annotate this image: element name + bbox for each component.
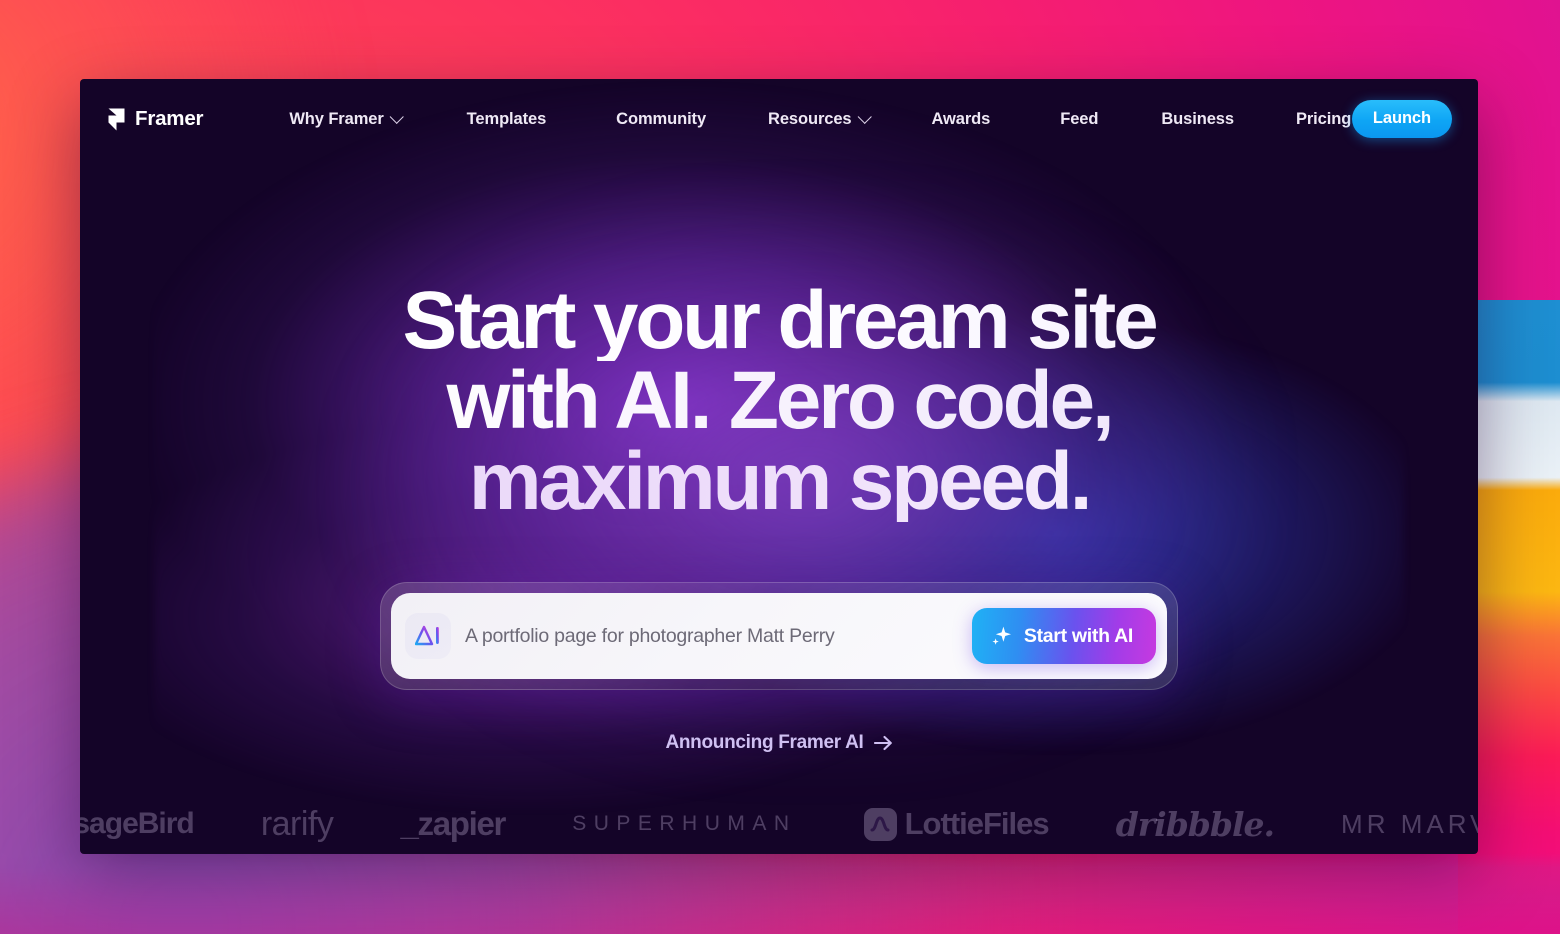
sparkle-icon [992, 626, 1011, 645]
ai-prompt-bar[interactable]: A portfolio page for photographer Matt P… [391, 593, 1167, 680]
chevron-down-icon [389, 109, 404, 124]
nav-item-pricing[interactable]: Pricing [1296, 110, 1351, 129]
lottiefiles-label: LottieFiles [904, 806, 1050, 841]
hero-section: Start your dream site with AI. Zero code… [80, 159, 1478, 754]
headline-line-2: with AI. Zero code, [359, 360, 1199, 442]
logo-superhuman: SUPERHUMAN [572, 812, 797, 835]
page-title: Start your dream site with AI. Zero code… [359, 279, 1199, 522]
logo-zapier: _zapier [400, 805, 506, 842]
announce-label: Announcing Framer AI [665, 732, 864, 754]
nav-item-label: Resources [768, 109, 852, 128]
logo-lottiefiles: LottieFiles [863, 806, 1050, 842]
nav-item-templates[interactable]: Templates [467, 110, 547, 129]
navbar-links: Why Framer Templates Community Resources… [263, 110, 1352, 129]
lottiefiles-mark-icon [863, 807, 897, 841]
arrow-right-icon [873, 736, 892, 751]
brand-name: Framer [135, 107, 204, 130]
nav-item-label: Templates [466, 109, 547, 128]
headline-line-3: maximum speed. [359, 440, 1199, 522]
site-navbar: Framer Why Framer Templates Community Re… [80, 79, 1478, 159]
start-with-ai-button[interactable]: Start with AI [971, 608, 1156, 665]
nav-item-awards[interactable]: Awards [932, 110, 991, 129]
headline-line-1: Start your dream site [359, 279, 1199, 361]
ai-prompt-input[interactable]: A portfolio page for photographer Matt P… [465, 625, 958, 648]
lottie-swoosh-icon [870, 816, 890, 832]
nav-item-label: Business [1161, 109, 1234, 128]
framer-logo-icon [108, 108, 125, 130]
nav-item-label: Awards [931, 109, 991, 128]
nav-item-label: Pricing [1295, 109, 1352, 128]
logo-mrmarvis: MR MARVIS [1341, 808, 1478, 839]
chevron-down-icon [857, 109, 872, 124]
logo-rarify: rarify [260, 804, 334, 843]
logo-dribbble: dribbble. [1115, 804, 1275, 844]
desktop-wallpaper: Framer Why Framer Templates Community Re… [0, 0, 1560, 934]
start-with-ai-label: Start with AI [1023, 624, 1133, 647]
nav-item-business[interactable]: Business [1161, 110, 1234, 129]
launch-button[interactable]: Launch [1351, 100, 1452, 138]
nav-item-label: Feed [1060, 109, 1099, 128]
brand-logo-link[interactable]: Framer [108, 107, 204, 131]
nav-item-resources[interactable]: Resources [768, 109, 872, 129]
nav-item-community[interactable]: Community [616, 110, 706, 129]
logo-messagebird: essageBird [80, 807, 195, 840]
nav-item-label: Community [616, 109, 707, 128]
browser-window: Framer Why Framer Templates Community Re… [80, 79, 1478, 854]
ai-badge [405, 613, 451, 660]
ai-prompt-container: A portfolio page for photographer Matt P… [380, 582, 1178, 691]
customer-logo-strip: essageBird rarify _zapier SUPERHUMAN Lot… [80, 794, 1478, 854]
nav-item-feed[interactable]: Feed [1060, 110, 1098, 129]
nav-item-label: Why Framer [289, 109, 384, 128]
ai-triangle-icon [415, 625, 439, 646]
nav-item-why-framer[interactable]: Why Framer [289, 109, 404, 129]
announcing-framer-ai-link[interactable]: Announcing Framer AI [665, 732, 892, 754]
